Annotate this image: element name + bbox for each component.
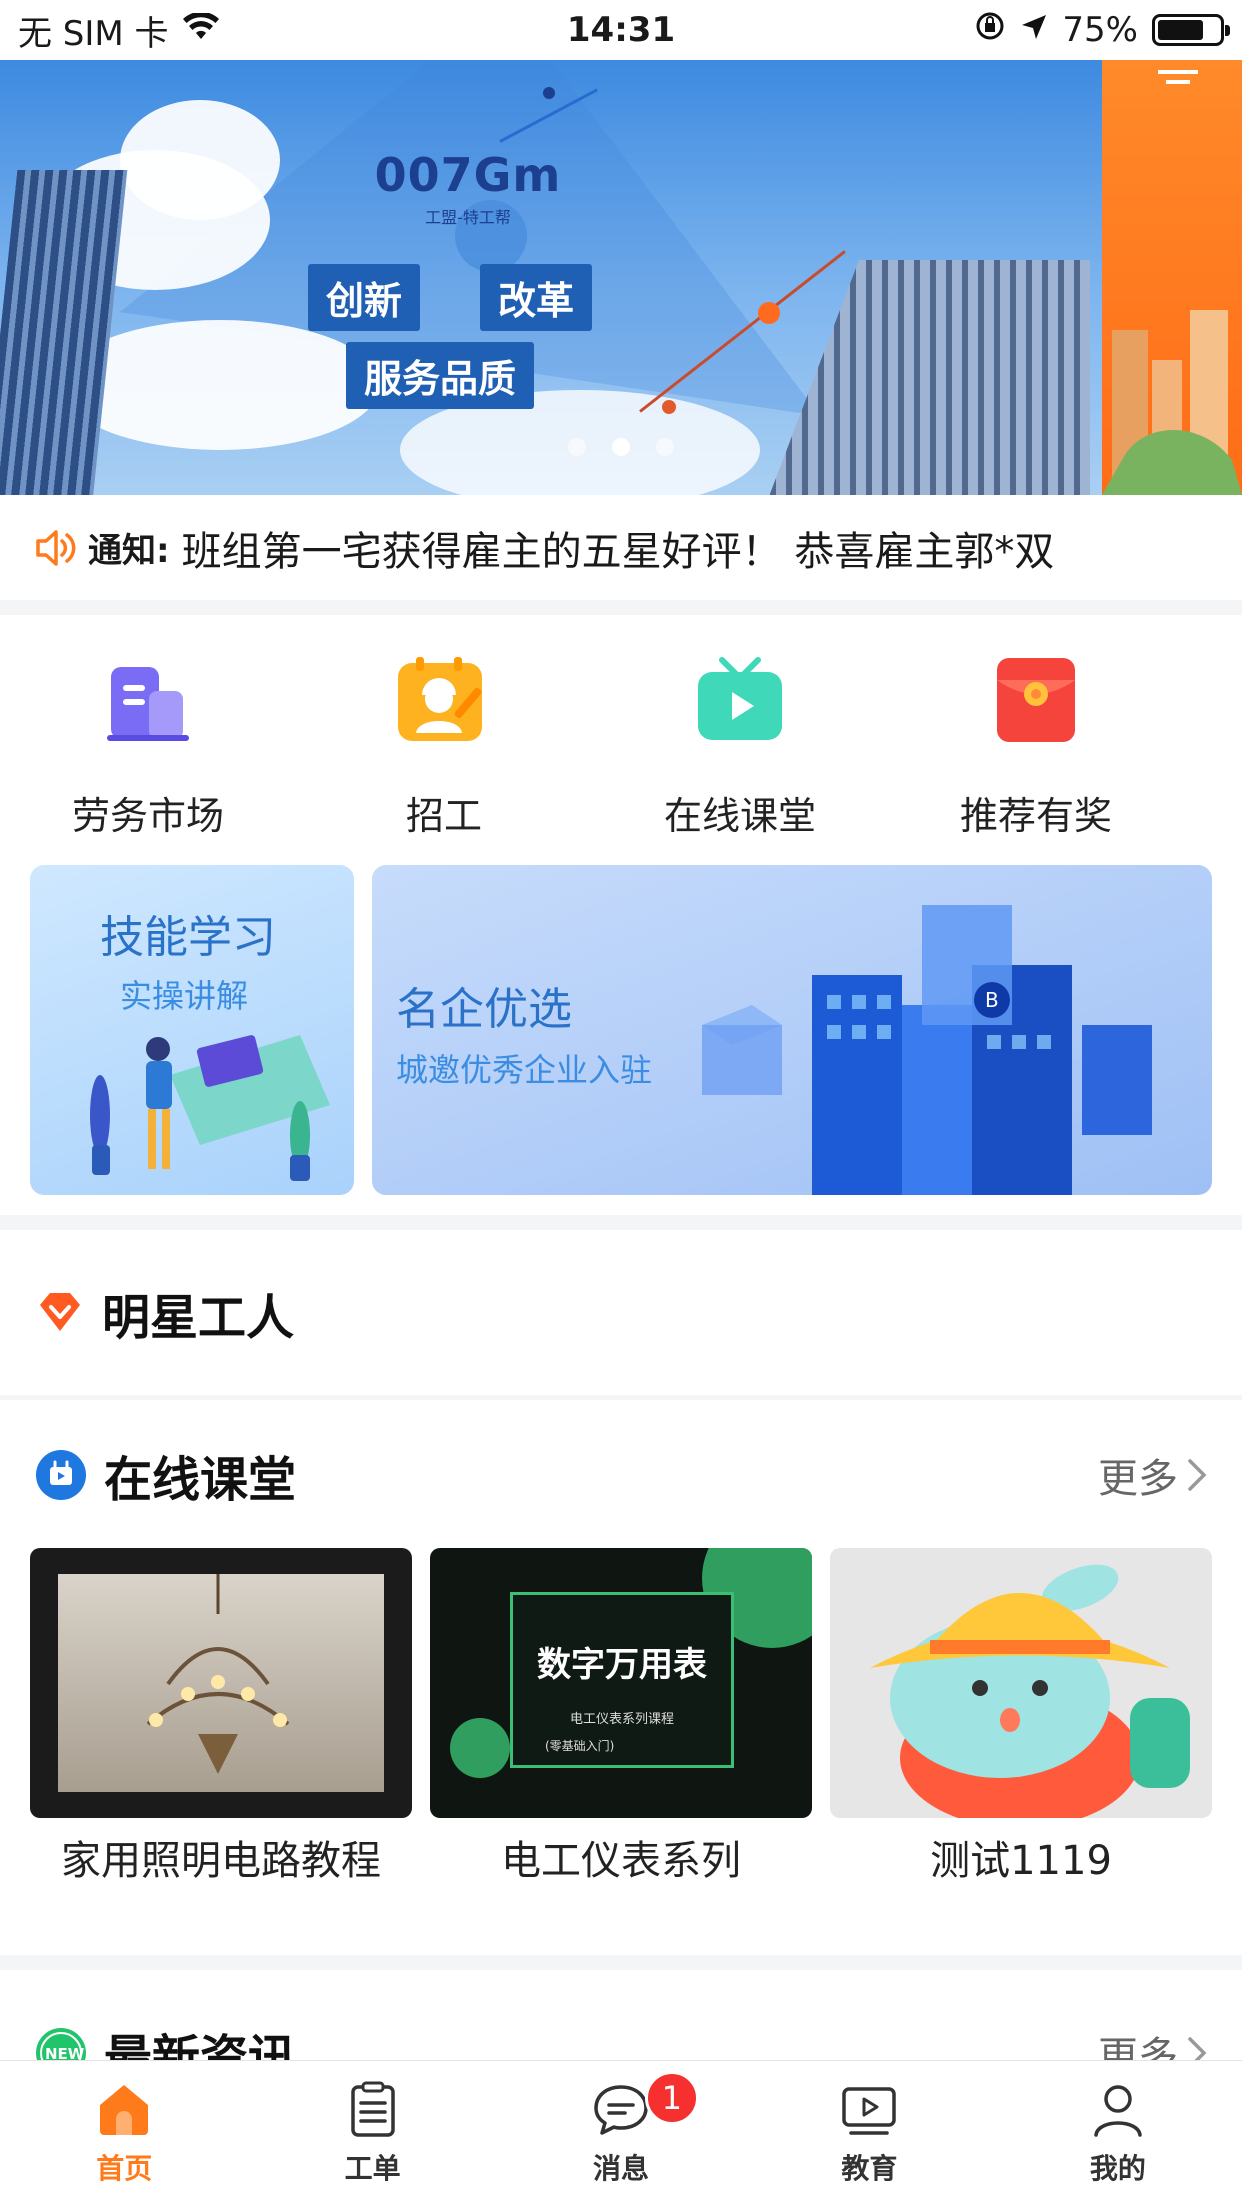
course-thumbnail <box>30 1548 412 1818</box>
notice-prefix: 通知: <box>88 531 170 571</box>
quick-item-online-class[interactable]: 在线课堂 <box>592 645 888 840</box>
promo-subtitle: 实操讲解 <box>120 977 249 1015</box>
chat-icon <box>594 2085 648 2135</box>
carrier-label: 无 SIM 卡 <box>18 13 169 54</box>
course-title: 测试1119 <box>930 1838 1112 1884</box>
rotation-lock-icon <box>974 10 1006 51</box>
course-card[interactable]: 家用照明电路教程 <box>30 1548 412 1886</box>
thumb-subtext: 电工仪表系列课程 <box>569 1712 674 1727</box>
star-workers-section: 明星工人 <box>0 1230 1242 1395</box>
notice-text: 班组第一宅获得雇主的五星好评！ 恭喜雇主郭*双 <box>181 528 1055 575</box>
red-envelope-icon <box>981 645 1091 755</box>
banner-logo: 007Gm 工盟-特工帮 <box>374 148 562 227</box>
battery-icon <box>1152 14 1230 46</box>
carousel-dot-active[interactable] <box>612 438 630 456</box>
section-title-star-workers: 明星工人 <box>102 1289 295 1346</box>
more-label: 更多 <box>1098 1456 1178 1502</box>
online-courses-section: 在线课堂 更多 家用照明电路教程 数字万用表 电工仪表系列课程 (零基础入门) … <box>0 1400 1242 1955</box>
promo-title: 名企优选 <box>396 984 572 1035</box>
tv-play-icon <box>685 645 795 755</box>
status-bar: 无 SIM 卡 14:31 75% <box>0 0 1242 60</box>
tab-label: 工单 <box>344 2152 401 2185</box>
course-title: 家用照明电路教程 <box>61 1838 381 1884</box>
thumb-text: 数字万用表 <box>537 1645 707 1685</box>
message-count-badge: 1 <box>644 2071 699 2125</box>
tab-label: 消息 <box>593 2152 650 2185</box>
banner-tag-service: 服务品质 <box>346 342 535 409</box>
tab-education[interactable]: 教育 <box>745 2061 993 2208</box>
banner-tag-innovation: 创新 <box>308 264 421 331</box>
quick-label: 招工 <box>405 794 482 838</box>
video-play-icon <box>842 2087 897 2135</box>
battery-percent: 75% <box>1062 10 1138 50</box>
building-icon <box>93 645 203 755</box>
class-icon <box>36 1450 86 1500</box>
user-icon <box>1094 2085 1142 2137</box>
quick-item-labor-market[interactable]: 劳务市场 <box>0 645 296 840</box>
section-title-online-class: 在线课堂 <box>104 1452 297 1508</box>
course-card[interactable]: 数字万用表 电工仪表系列课程 (零基础入门) 电工仪表系列 <box>430 1548 812 1886</box>
notice-bar[interactable]: 通知: 班组第一宅获得雇主的五星好评！ 恭喜雇主郭*双 <box>0 495 1242 600</box>
quick-label: 劳务市场 <box>71 794 224 838</box>
svg-text:B: B <box>985 988 999 1012</box>
course-title: 电工仪表系列 <box>501 1838 741 1884</box>
next-slide-preview <box>1102 60 1242 495</box>
worker-icon <box>389 645 499 755</box>
buildings-illustration: B <box>702 905 1152 1195</box>
location-arrow-icon <box>1020 10 1048 50</box>
banner-carousel[interactable]: 007Gm 工盟-特工帮 创新 改革 服务品质 <box>0 60 1242 495</box>
clipboard-icon <box>350 2081 395 2137</box>
bottom-tab-bar: 首页 工单 1 消息 教育 我的 <box>0 2060 1242 2208</box>
promo-skill-learning[interactable]: 技能学习 实操讲解 <box>30 865 354 1195</box>
banner-tag-reform: 改革 <box>480 264 593 331</box>
status-time: 14:31 <box>566 10 676 50</box>
quick-item-referral-reward[interactable]: 推荐有奖 <box>888 645 1184 840</box>
tab-label: 教育 <box>841 2152 898 2185</box>
news-section: NEW 最新资讯 更多 <box>0 1970 1242 2070</box>
thumb-subtext-2: (零基础入门) <box>545 1739 615 1753</box>
quick-label: 在线课堂 <box>663 794 816 838</box>
speaker-icon <box>36 529 76 566</box>
tab-label: 首页 <box>96 2152 153 2185</box>
courses-more-link[interactable]: 更多 <box>1098 1446 1208 1504</box>
chevron-right-icon <box>1188 1459 1207 1491</box>
workstation-illustration <box>90 1035 330 1181</box>
home-icon <box>100 2085 149 2135</box>
carousel-dot[interactable] <box>656 438 674 456</box>
wifi-icon <box>182 10 219 50</box>
tab-work-order[interactable]: 工单 <box>248 2061 496 2208</box>
promo-subtitle: 城邀优秀企业入驻 <box>396 1051 653 1089</box>
carousel-dots <box>0 438 1242 456</box>
course-thumbnail: 数字万用表 电工仪表系列课程 (零基础入门) <box>430 1548 812 1818</box>
promo-top-companies[interactable]: 名企优选 城邀优秀企业入驻 B <box>372 865 1212 1195</box>
tab-home[interactable]: 首页 <box>0 2061 248 2208</box>
course-thumbnail <box>830 1548 1212 1818</box>
quick-label: 推荐有奖 <box>959 794 1112 838</box>
quick-item-recruit[interactable]: 招工 <box>296 645 592 840</box>
building-right <box>760 260 1090 495</box>
quick-nav-section: 劳务市场 招工 在线课堂 推荐有奖 技能学习 实操讲解 名企优选 城邀优秀企业入… <box>0 615 1242 1215</box>
promo-title: 技能学习 <box>100 912 276 963</box>
diamond-icon <box>40 1292 80 1331</box>
tab-messages[interactable]: 1 消息 <box>497 2061 745 2208</box>
tab-profile[interactable]: 我的 <box>994 2061 1242 2208</box>
carousel-dot[interactable] <box>568 438 586 456</box>
course-card[interactable]: 测试1119 <box>830 1548 1212 1886</box>
tab-label: 我的 <box>1089 2152 1146 2185</box>
